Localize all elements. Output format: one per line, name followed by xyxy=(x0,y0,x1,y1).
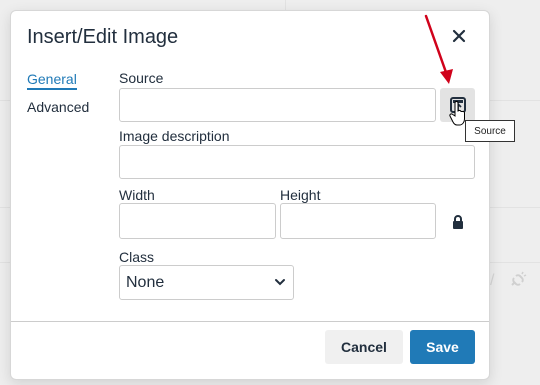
source-input[interactable] xyxy=(119,88,436,122)
source-tooltip: Source xyxy=(465,120,515,142)
tab-advanced[interactable]: Advanced xyxy=(27,99,89,115)
image-description-input[interactable] xyxy=(119,145,475,179)
class-select[interactable]: None xyxy=(119,265,294,300)
insert-image-dialog: Insert/Edit Image General Advanced Sourc… xyxy=(10,10,490,380)
tab-general[interactable]: General xyxy=(27,71,77,90)
width-input[interactable] xyxy=(119,203,276,239)
source-label: Source xyxy=(119,70,164,86)
save-button[interactable]: Save xyxy=(410,330,475,364)
dialog-title: Insert/Edit Image xyxy=(27,26,179,48)
width-label: Width xyxy=(119,187,155,203)
hand-cursor-icon xyxy=(449,101,465,126)
annotation-arrow xyxy=(424,14,453,84)
class-label: Class xyxy=(119,249,155,265)
unlink-icon xyxy=(508,270,528,295)
backdrop-line xyxy=(285,0,286,10)
height-input[interactable] xyxy=(280,203,436,239)
chevron-down-icon xyxy=(275,279,285,286)
backdrop-icon: / xyxy=(490,272,495,289)
cancel-button[interactable]: Cancel xyxy=(325,330,403,364)
class-select-value: None xyxy=(126,274,165,291)
lock-icon[interactable] xyxy=(452,214,464,235)
footer-divider xyxy=(11,321,489,322)
description-label: Image description xyxy=(119,128,230,144)
height-label: Height xyxy=(280,187,321,203)
